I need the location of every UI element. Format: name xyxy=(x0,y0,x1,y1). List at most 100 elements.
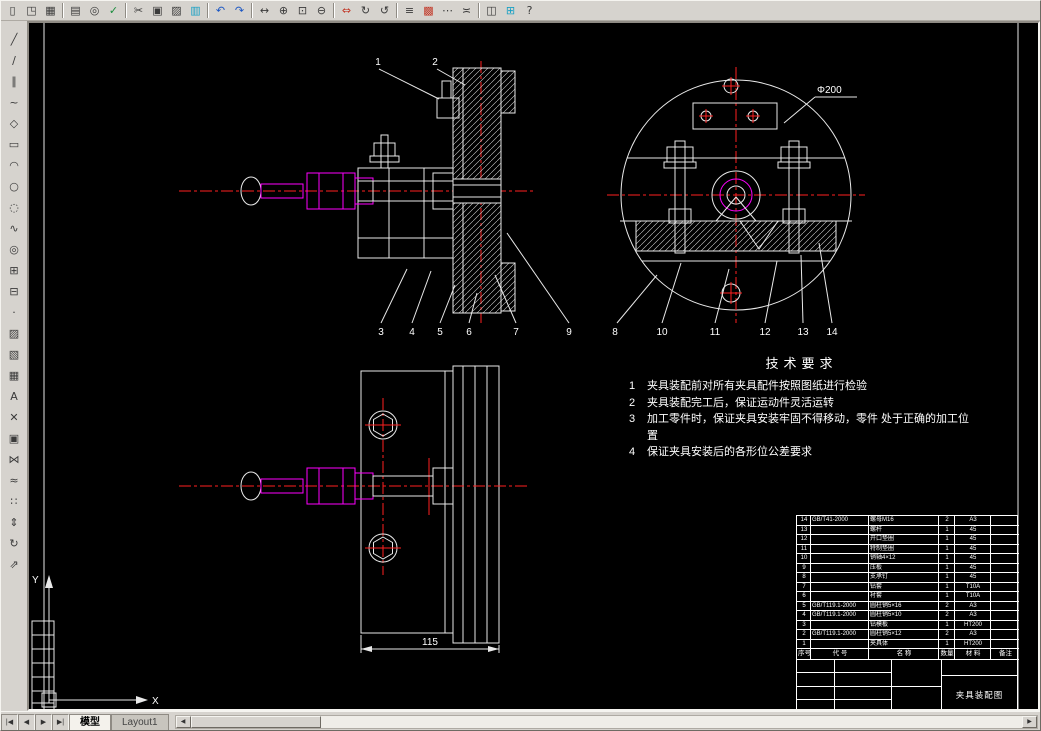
cut-icon[interactable]: ✂ xyxy=(129,2,148,19)
redo-icon[interactable]: ↷ xyxy=(230,2,249,19)
part-note xyxy=(991,573,1019,583)
table-row: 7 钻套 1 T10A xyxy=(797,582,1019,592)
layer-color-icon[interactable]: ▩ xyxy=(419,2,438,19)
part-material: 45 xyxy=(955,563,991,573)
tab-last-button[interactable]: ▶| xyxy=(52,714,69,730)
section-view: 1 2 3 4 5 6 7 9 xyxy=(179,57,572,338)
new-icon[interactable]: ▯ xyxy=(3,2,22,19)
part-code: GB/T41-2000 xyxy=(811,516,869,526)
part-note xyxy=(991,630,1019,640)
ellipse-icon[interactable]: ◎ xyxy=(3,239,25,259)
paste-icon[interactable]: ▨ xyxy=(167,2,186,19)
match-properties-icon[interactable]: ▥ xyxy=(186,2,205,19)
print-icon[interactable]: ▤ xyxy=(66,2,85,19)
circle-icon[interactable]: ○ xyxy=(3,176,25,196)
arc-icon[interactable]: ◠ xyxy=(3,155,25,175)
header-code: 代 号 xyxy=(811,649,869,660)
point-icon[interactable]: · xyxy=(3,302,25,322)
zoom-realtime-icon[interactable]: ⊕ xyxy=(274,2,293,19)
layers-icon[interactable]: ≡ xyxy=(400,2,419,19)
part-name: 圆柱销5×12 xyxy=(869,630,939,640)
title-block-grid xyxy=(797,660,892,709)
undo-icon[interactable]: ↶ xyxy=(211,2,230,19)
help-icon[interactable]: ? xyxy=(520,2,539,19)
scrollbar-track[interactable] xyxy=(321,716,1022,728)
construction-line-icon[interactable]: ∕ xyxy=(3,50,25,70)
mirror-icon[interactable]: ⋈ xyxy=(3,449,25,469)
title-block-signatures xyxy=(892,660,942,709)
tab-first-button[interactable]: |◀ xyxy=(1,714,18,730)
draw-toolbar: ╱ ∕ ∥ ~ ◇ ▭ ◠ ○ ◌ ∿ ◎ ⊞ ⊟ · ▨ ▧ ▦ A ✕ ▣ … xyxy=(1,21,27,711)
callout-11: 11 xyxy=(710,327,721,338)
distance-icon[interactable]: ⇔ xyxy=(337,2,356,19)
part-qty: 2 xyxy=(939,516,955,526)
rotate-icon[interactable]: ↻ xyxy=(3,533,25,553)
save-icon[interactable]: ▦ xyxy=(41,2,60,19)
linetype-icon[interactable]: ⋯ xyxy=(438,2,457,19)
part-code xyxy=(811,525,869,535)
regen-icon[interactable]: ↺ xyxy=(375,2,394,19)
tab-model[interactable]: 模型 xyxy=(69,714,111,730)
scroll-right-icon[interactable]: ▶ xyxy=(1022,716,1037,728)
insert-block-icon[interactable]: ⊞ xyxy=(3,260,25,280)
region-icon[interactable]: ▧ xyxy=(3,344,25,364)
parts-table: 14 GB/T41-2000 螺母M16 2 A3 13 螺杆 1 45 12 开口垫圈 1 45 … xyxy=(796,515,1019,709)
line-icon[interactable]: ╱ xyxy=(3,29,25,49)
part-name: 圆柱销5×10 xyxy=(869,611,939,621)
callout-5: 5 xyxy=(437,327,443,338)
toolbar-separator xyxy=(251,3,253,18)
drawing-canvas[interactable]: Y X 1 2 3 4 5 6 7 9 Φ200 8 10 11 12 13 1… xyxy=(27,21,1040,711)
redraw-icon[interactable]: ↻ xyxy=(356,2,375,19)
table-row: 12 开口垫圈 1 45 xyxy=(797,535,1019,545)
erase-icon[interactable]: ✕ xyxy=(3,407,25,427)
revision-cloud-icon[interactable]: ◌ xyxy=(3,197,25,217)
diameter-dimension: Φ200 xyxy=(817,85,842,96)
part-qty: 2 xyxy=(939,630,955,640)
polyline-icon[interactable]: ~ xyxy=(3,92,25,112)
design-center-icon[interactable]: ⊞ xyxy=(501,2,520,19)
tab-prev-button[interactable]: ◀ xyxy=(18,714,35,730)
tech-req-text: 夹具装配前对所有夹具配件按照图纸进行检验 xyxy=(647,380,867,392)
part-material: T10A xyxy=(955,582,991,592)
callout-12: 12 xyxy=(759,327,771,338)
part-no: 1 xyxy=(797,639,811,649)
array-icon[interactable]: ∷ xyxy=(3,491,25,511)
part-name: 衬套 xyxy=(869,592,939,602)
zoom-previous-icon[interactable]: ⊖ xyxy=(312,2,331,19)
scrollbar-thumb[interactable] xyxy=(190,716,321,728)
tech-req-text: 夹具装配完工后，保证运动件灵活运转 xyxy=(647,396,834,409)
scroll-left-icon[interactable]: ◀ xyxy=(175,716,191,728)
horizontal-scrollbar[interactable]: ◀ ▶ xyxy=(174,715,1038,729)
part-no: 7 xyxy=(797,582,811,592)
rectangle-icon[interactable]: ▭ xyxy=(3,134,25,154)
print-preview-icon[interactable]: ◎ xyxy=(85,2,104,19)
copy-object-icon[interactable]: ▣ xyxy=(3,428,25,448)
tab-next-button[interactable]: ▶ xyxy=(35,714,52,730)
open-icon[interactable]: ◳ xyxy=(22,2,41,19)
pan-icon[interactable]: ↔ xyxy=(255,2,274,19)
offset-icon[interactable]: ≈ xyxy=(3,470,25,490)
table-row: 8 支承钉 1 45 xyxy=(797,573,1019,583)
callout-9: 9 xyxy=(566,327,572,338)
part-note xyxy=(991,526,1019,535)
scale-icon[interactable]: ⇗ xyxy=(3,554,25,574)
header-qty: 数量 xyxy=(939,649,955,660)
table-icon[interactable]: ▦ xyxy=(3,365,25,385)
hatch-icon[interactable]: ▨ xyxy=(3,323,25,343)
multiline-icon[interactable]: ∥ xyxy=(3,71,25,91)
text-icon[interactable]: A xyxy=(3,386,25,406)
lineweight-icon[interactable]: ≍ xyxy=(457,2,476,19)
tab-layout1[interactable]: Layout1 xyxy=(111,714,169,730)
polygon-icon[interactable]: ◇ xyxy=(3,113,25,133)
make-block-icon[interactable]: ⊟ xyxy=(3,281,25,301)
zoom-window-icon[interactable]: ⊡ xyxy=(293,2,312,19)
table-row: 10 销轴4×12 1 45 xyxy=(797,554,1019,564)
copy-icon[interactable]: ▣ xyxy=(148,2,167,19)
header-no: 序号 xyxy=(797,649,811,660)
properties-icon[interactable]: ◫ xyxy=(482,2,501,19)
spell-check-icon[interactable]: ✓ xyxy=(104,2,123,19)
spline-icon[interactable]: ∿ xyxy=(3,218,25,238)
move-icon[interactable]: ⇕ xyxy=(3,512,25,532)
part-material: 45 xyxy=(955,554,991,564)
callout-4: 4 xyxy=(409,327,415,338)
